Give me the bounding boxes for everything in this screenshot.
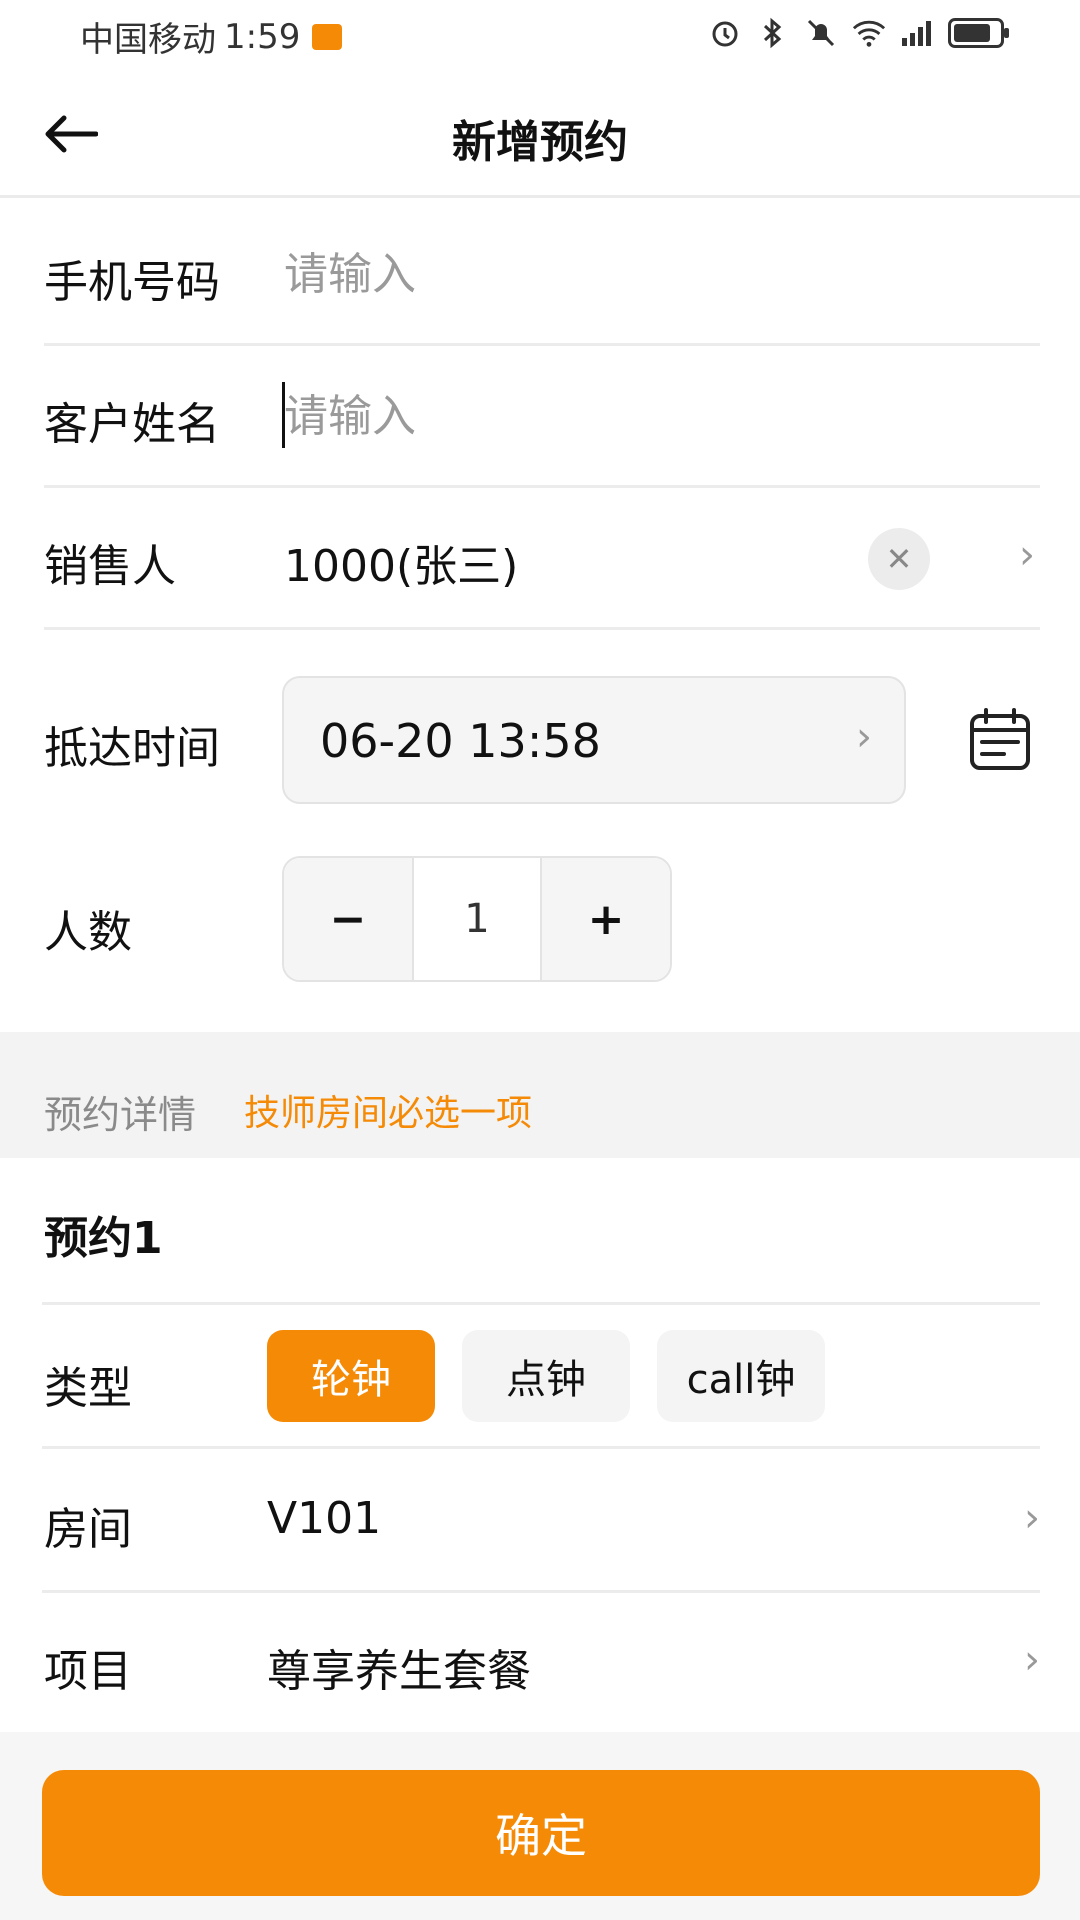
text-cursor	[282, 382, 285, 448]
room-value: V101	[267, 1493, 382, 1544]
chevron-right-icon: ›	[856, 714, 872, 760]
app-notification-icon	[312, 23, 343, 50]
increment-button[interactable]: +	[542, 858, 670, 980]
room-row[interactable]: 房间 V101 ›	[42, 1449, 1040, 1591]
item-value: 尊享养生套餐	[267, 1646, 531, 1697]
guests-stepper: − 1 +	[282, 856, 672, 982]
wifi-icon	[852, 16, 886, 50]
type-label: 类型	[44, 1363, 132, 1414]
decrement-button[interactable]: −	[284, 858, 412, 980]
title-bar: 新增预约	[0, 76, 1080, 198]
battery-icon	[948, 18, 1009, 48]
calendar-button[interactable]	[968, 706, 1032, 772]
type-option-rotation[interactable]: 轮钟	[267, 1330, 435, 1422]
item-row[interactable]: 项目 尊享养生套餐 ›	[42, 1593, 1040, 1732]
phone-row: 手机号码	[44, 204, 1040, 346]
carrier-name: 中国移动	[80, 20, 216, 60]
salesperson-row[interactable]: 销售人 1000(张三) ✕ ›	[44, 488, 1040, 630]
phone-input[interactable]	[284, 242, 924, 306]
status-bar: 中国移动 1:59	[0, 0, 1080, 76]
arrival-time-picker[interactable]: 06-20 13:58 ›	[282, 676, 906, 804]
status-left: 中国移动 1:59	[80, 12, 343, 61]
salesperson-value: 1000(张三)	[284, 541, 519, 592]
clock-time: 1:59	[224, 16, 301, 57]
bluetooth-icon	[756, 16, 790, 50]
close-icon: ✕	[885, 540, 913, 578]
booking-details-header: 预约详情 技师房间必选一项	[0, 1032, 1080, 1158]
guests-label: 人数	[44, 907, 132, 958]
mute-bell-icon	[804, 16, 838, 50]
clear-salesperson-button[interactable]: ✕	[868, 528, 930, 590]
chevron-right-icon: ›	[1024, 1495, 1040, 1541]
battery-level	[954, 24, 990, 42]
alarm-icon	[708, 16, 742, 50]
customer-name-label: 客户姓名	[44, 399, 220, 450]
customer-name-row: 客户姓名	[44, 346, 1040, 488]
chevron-right-icon: ›	[1019, 532, 1035, 578]
salesperson-label: 销售人	[44, 541, 176, 592]
type-option-appointed[interactable]: 点钟	[462, 1330, 630, 1422]
chevron-right-icon: ›	[1024, 1637, 1040, 1683]
status-icons	[708, 16, 1009, 50]
divider	[42, 1302, 1040, 1305]
phone-label: 手机号码	[44, 257, 220, 308]
room-label: 房间	[44, 1504, 132, 1555]
signal-icon	[900, 16, 934, 50]
section-title: 预约详情	[44, 1093, 197, 1137]
booking-title: 预约1	[44, 1213, 163, 1264]
customer-name-input[interactable]	[284, 384, 924, 448]
section-hint: 技师房间必选一项	[244, 1093, 533, 1134]
calendar-icon	[970, 708, 1030, 770]
arrival-time-value: 06-20 13:58	[320, 714, 601, 768]
item-label: 项目	[44, 1646, 132, 1697]
arrival-time-label: 抵达时间	[44, 723, 220, 774]
page-title: 新增预约	[452, 117, 628, 168]
confirm-button[interactable]: 确定	[42, 1770, 1040, 1896]
type-option-call[interactable]: call钟	[657, 1330, 825, 1422]
guests-value[interactable]: 1	[412, 858, 542, 980]
